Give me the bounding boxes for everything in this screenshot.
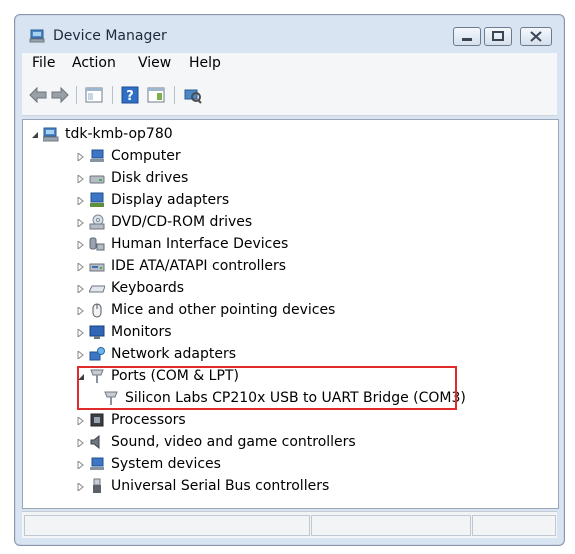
show-hide-console-tree-icon[interactable] — [84, 85, 104, 105]
tree-item-label: Processors — [111, 412, 186, 428]
expand-icon[interactable] — [77, 329, 85, 337]
back-icon[interactable] — [28, 85, 48, 105]
close-button[interactable] — [520, 27, 552, 46]
expand-icon[interactable] — [77, 351, 85, 359]
svg-text:?: ? — [126, 89, 134, 104]
tree-root-label: tdk-kmb-op780 — [65, 126, 173, 142]
menu-action[interactable]: Action — [72, 55, 116, 71]
computer-icon — [90, 149, 104, 162]
expand-icon[interactable] — [77, 197, 85, 205]
expand-icon[interactable] — [77, 285, 85, 293]
sound-icon — [90, 434, 100, 450]
tree-item-monitors[interactable]: Monitors — [75, 323, 375, 343]
ports-highlight-box — [77, 366, 457, 410]
expand-icon[interactable] — [77, 439, 85, 447]
scan-hardware-icon[interactable] — [182, 85, 202, 105]
expand-icon[interactable] — [77, 307, 85, 315]
window-title: Device Manager — [53, 28, 167, 44]
expand-icon[interactable] — [77, 483, 85, 491]
menu-file[interactable]: File — [32, 55, 55, 71]
maximize-button[interactable] — [484, 27, 512, 46]
minimize-button[interactable] — [453, 27, 481, 46]
monitor-icon — [89, 325, 105, 339]
tree-item-label: Display adapters — [111, 192, 230, 208]
tree-item-system-devices[interactable]: System devices — [75, 455, 375, 475]
tree-item-sound-video-game[interactable]: Sound, video and game controllers — [75, 433, 375, 453]
tree-item-label: Human Interface Devices — [111, 236, 289, 252]
tree-item-disk-drives[interactable]: Disk drives — [75, 169, 375, 189]
help-icon[interactable]: ? — [120, 85, 140, 105]
processor-icon — [90, 413, 104, 427]
tree-item-label: DVD/CD-ROM drives — [111, 214, 253, 230]
tree-item-label: Universal Serial Bus controllers — [111, 478, 330, 494]
tree-item-label: Monitors — [111, 324, 172, 340]
tree-item-label: Network adapters — [111, 346, 236, 362]
tree-item-dvd-drives[interactable]: DVD/CD-ROM drives — [75, 213, 375, 233]
tree-item-computer[interactable]: Computer — [75, 147, 375, 167]
device-tree: tdk-kmb-op780 Computer Disk drives Displ… — [22, 119, 559, 509]
dvd-drive-icon — [89, 214, 105, 230]
tree-item-label: Disk drives — [111, 170, 189, 186]
expand-icon[interactable] — [77, 461, 85, 469]
disk-drive-icon — [89, 175, 105, 184]
forward-icon[interactable] — [50, 85, 70, 105]
ide-controller-icon — [89, 263, 105, 272]
keyboard-icon — [89, 285, 105, 293]
status-cell — [472, 515, 556, 536]
tree-item-keyboards[interactable]: Keyboards — [75, 279, 375, 299]
tree-item-network-adapters[interactable]: Network adapters — [75, 345, 375, 365]
toolbar: ? — [22, 75, 557, 116]
usb-icon — [93, 478, 101, 493]
toolbar-separator — [174, 86, 175, 104]
tree-item-label: Keyboards — [111, 280, 185, 296]
tree-item-label: Computer — [111, 148, 181, 164]
tree-item-processors[interactable]: Processors — [75, 411, 375, 431]
menu-bar: File Action View Help — [22, 53, 557, 75]
network-adapter-icon — [89, 347, 105, 361]
display-adapter-icon — [90, 192, 104, 207]
hid-icon — [89, 237, 105, 251]
tree-root[interactable]: tdk-kmb-op780 — [29, 125, 229, 145]
title-bar[interactable]: Device Manager — [15, 15, 564, 53]
menu-view[interactable]: View — [138, 55, 171, 71]
collapse-icon[interactable] — [31, 131, 39, 139]
tree-item-ide-controllers[interactable]: IDE ATA/ATAPI controllers — [75, 257, 375, 277]
toolbar-separator — [76, 86, 77, 104]
tree-item-usb-controllers[interactable]: Universal Serial Bus controllers — [75, 477, 375, 497]
menu-help[interactable]: Help — [189, 55, 221, 71]
expand-icon[interactable] — [77, 219, 85, 227]
properties-icon[interactable] — [146, 85, 166, 105]
device-manager-window: Device Manager File Action View Help ? t… — [14, 14, 565, 546]
expand-icon[interactable] — [77, 263, 85, 271]
tree-item-human-interface-devices[interactable]: Human Interface Devices — [75, 235, 375, 255]
tree-item-label: System devices — [111, 456, 221, 472]
device-manager-app-icon — [29, 29, 45, 43]
expand-icon[interactable] — [77, 241, 85, 249]
mouse-icon — [92, 303, 102, 318]
tree-item-label: Sound, video and game controllers — [111, 434, 356, 450]
tree-item-mice[interactable]: Mice and other pointing devices — [75, 301, 375, 321]
status-bar — [22, 511, 557, 538]
expand-icon[interactable] — [77, 153, 85, 161]
expand-icon[interactable] — [77, 175, 85, 183]
system-device-icon — [90, 457, 104, 470]
tree-item-label: Mice and other pointing devices — [111, 302, 336, 318]
expand-icon[interactable] — [77, 417, 85, 425]
tree-item-display-adapters[interactable]: Display adapters — [75, 191, 375, 211]
tree-item-label: IDE ATA/ATAPI controllers — [111, 258, 287, 274]
status-cell — [24, 515, 310, 536]
computer-icon — [43, 127, 59, 142]
toolbar-separator — [112, 86, 113, 104]
status-cell — [311, 515, 471, 536]
